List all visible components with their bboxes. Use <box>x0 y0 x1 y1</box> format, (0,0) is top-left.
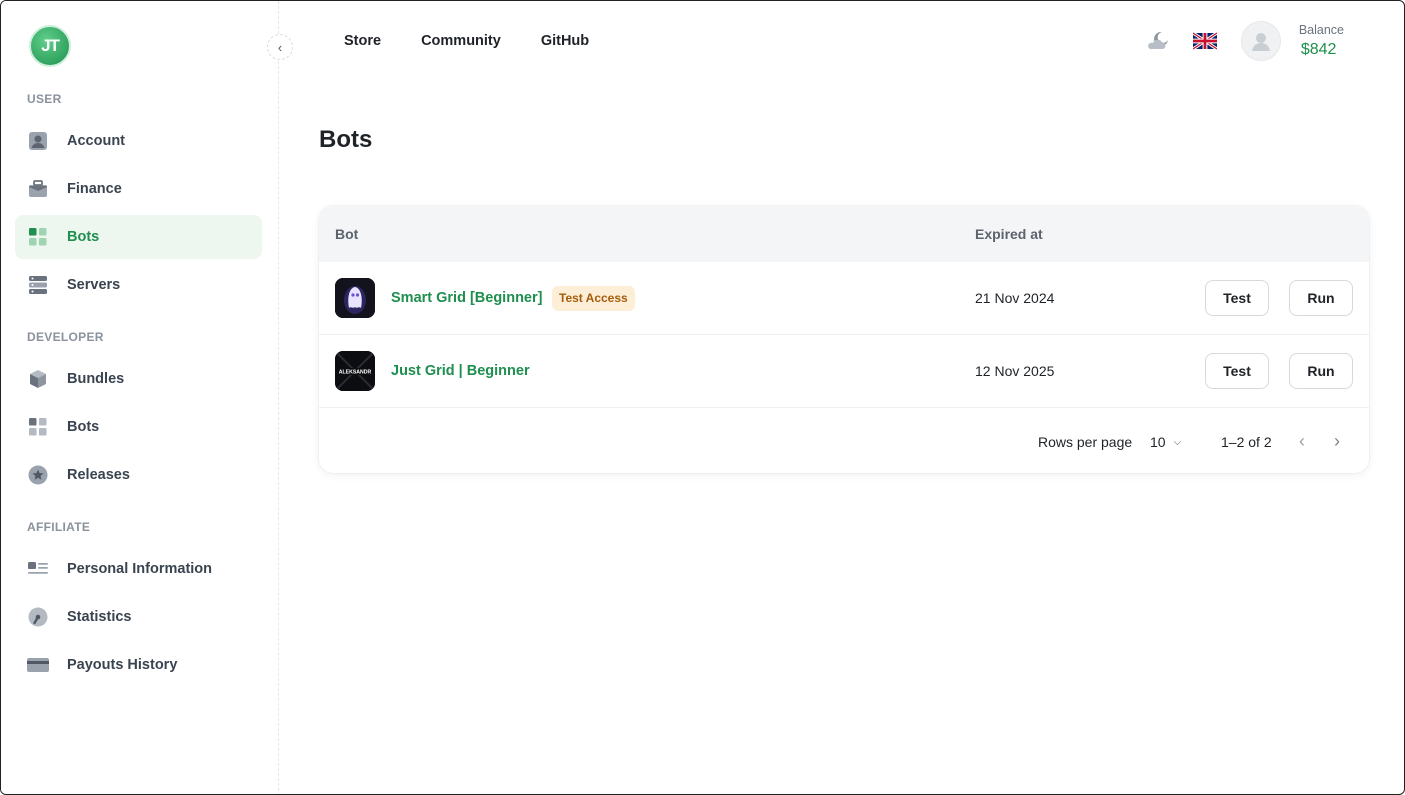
table-row: Smart Grid [Beginner] Test Access 21 Nov… <box>319 262 1369 335</box>
nav-link-community[interactable]: Community <box>421 33 501 49</box>
gauge-icon <box>27 606 49 628</box>
theme-toggle-icon[interactable] <box>1145 28 1171 54</box>
chevron-left-icon: ‹ <box>277 39 283 55</box>
sidebar-item-label: Bots <box>67 229 100 245</box>
user-icon <box>1251 33 1270 51</box>
sidebar-item-label: Finance <box>67 181 122 197</box>
sidebar-item-label: Releases <box>67 467 130 483</box>
sidebar-item-label: Account <box>67 133 125 149</box>
rows-per-page-value: 10 <box>1150 434 1166 450</box>
column-header-bot: Bot <box>335 226 359 242</box>
avatar[interactable] <box>1240 21 1281 61</box>
logo[interactable]: JT <box>29 25 71 67</box>
page-title: Bots <box>319 126 373 153</box>
bots-table-card: Bot Expired at Smart Grid [Beginner] Tes… <box>319 206 1369 473</box>
test-button[interactable]: Test <box>1205 353 1269 389</box>
sidebar-item-account[interactable]: Account <box>15 119 262 163</box>
column-header-expired-at: Expired at <box>975 226 1043 242</box>
sidebar-item-label: Payouts History <box>67 657 178 673</box>
logo-text: JT <box>41 36 60 55</box>
section-label-affiliate: AFFILIATE <box>27 520 91 534</box>
balance: Balance $842 <box>1299 23 1344 59</box>
sidebar-item-personal-information[interactable]: Personal Information <box>15 547 262 591</box>
test-button[interactable]: Test <box>1205 280 1269 316</box>
status-badge: Test Access <box>552 285 635 311</box>
sidebar-item-dev-bots[interactable]: Bots <box>15 405 262 449</box>
sidebar-item-bundles[interactable]: Bundles <box>15 357 262 401</box>
account-icon <box>27 130 49 152</box>
sidebar-item-label: Statistics <box>67 609 132 625</box>
section-label-user: USER <box>27 92 62 106</box>
pagination: Rows per page 10 ⌵ 1–2 of 2 ‹ › <box>319 409 1369 473</box>
collapse-sidebar-button[interactable]: ‹ <box>267 34 293 60</box>
top-nav: Store Community GitHub <box>344 33 589 49</box>
run-button[interactable]: Run <box>1289 353 1353 389</box>
sidebar-item-releases[interactable]: Releases <box>15 453 262 497</box>
nav-link-github[interactable]: GitHub <box>541 33 589 49</box>
nav-link-store[interactable]: Store <box>344 33 381 49</box>
next-page-icon[interactable]: › <box>1334 431 1340 452</box>
rows-per-page-label: Rows per page <box>1038 434 1133 450</box>
bot-thumbnail <box>335 278 375 318</box>
app-window: JT USER Account Finance Bots Servers DEV… <box>0 0 1405 795</box>
rows-per-page-select[interactable]: 10 ⌵ <box>1150 434 1181 450</box>
sidebar-item-bots[interactable]: Bots <box>15 215 262 259</box>
cube-icon <box>27 368 49 390</box>
balance-label: Balance <box>1298 23 1344 37</box>
expired-at-value: 21 Nov 2024 <box>975 290 1055 306</box>
sidebar-item-payouts-history[interactable]: Payouts History <box>15 643 262 687</box>
id-card-icon <box>27 558 49 580</box>
expired-at-value: 12 Nov 2025 <box>975 363 1055 379</box>
uk-flag-icon[interactable] <box>1191 31 1218 51</box>
sidebar-item-label: Bundles <box>67 371 125 387</box>
run-button[interactable]: Run <box>1289 280 1353 316</box>
chevron-down-icon: ⌵ <box>1173 436 1182 448</box>
server-icon <box>27 274 49 296</box>
sidebar-item-statistics[interactable]: Statistics <box>15 595 262 639</box>
pagination-range: 1–2 of 2 <box>1221 434 1272 450</box>
credit-card-icon <box>27 654 49 676</box>
briefcase-icon <box>27 178 49 200</box>
header-actions: Balance $842 <box>1145 21 1344 61</box>
bot-name-link[interactable]: Smart Grid [Beginner] <box>391 290 542 306</box>
balance-value: $842 <box>1300 41 1337 58</box>
sidebar-item-label: Bots <box>67 419 100 435</box>
previous-page-icon[interactable]: ‹ <box>1299 431 1305 452</box>
grid-icon <box>27 226 49 248</box>
sidebar: JT USER Account Finance Bots Servers DEV… <box>1 1 279 794</box>
bot-thumbnail-text: ALEKSANDR <box>339 370 372 376</box>
sidebar-item-label: Servers <box>67 277 121 293</box>
table-row: ALEKSANDR Just Grid | Beginner 12 Nov 20… <box>319 335 1369 408</box>
section-label-developer: DEVELOPER <box>27 330 104 344</box>
sidebar-item-finance[interactable]: Finance <box>15 167 262 211</box>
table-header: Bot Expired at <box>319 206 1369 262</box>
grid-icon <box>27 416 49 438</box>
sidebar-item-servers[interactable]: Servers <box>15 263 262 307</box>
star-badge-icon <box>27 464 49 486</box>
bot-name-link[interactable]: Just Grid | Beginner <box>391 363 530 379</box>
sidebar-item-label: Personal Information <box>67 561 213 577</box>
bot-thumbnail: ALEKSANDR <box>335 351 375 391</box>
